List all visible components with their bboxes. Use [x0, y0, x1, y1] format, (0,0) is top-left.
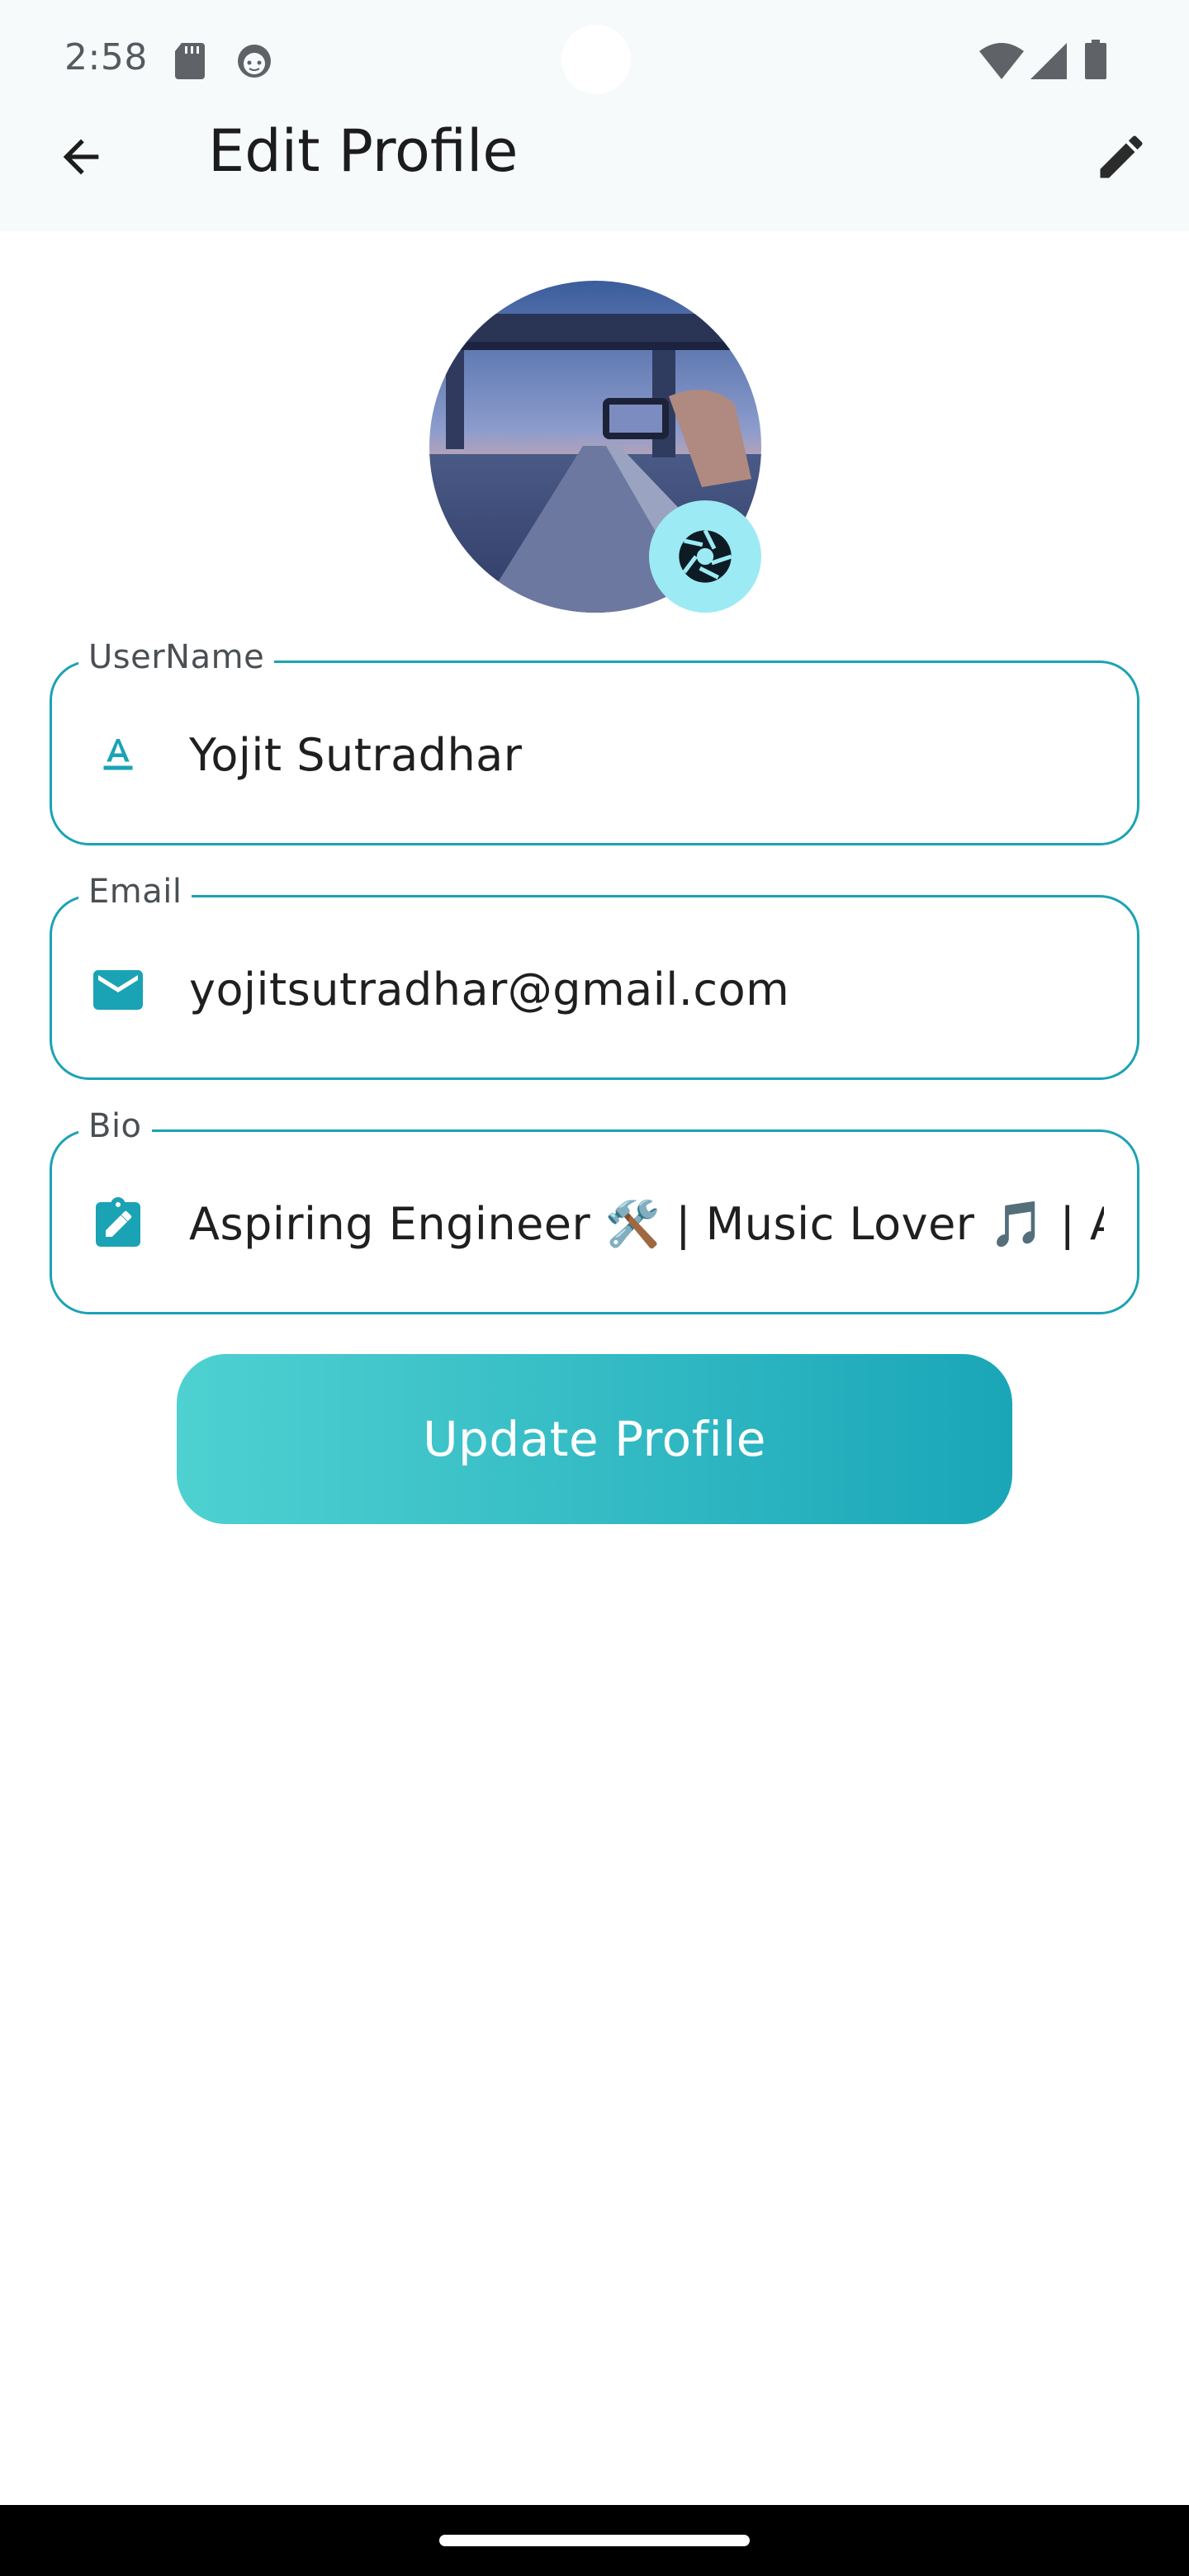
camera-shutter-icon [679, 529, 732, 583]
bio-label: Bio [78, 1107, 152, 1145]
username-input[interactable] [189, 726, 1104, 785]
username-field[interactable]: UserName [50, 638, 1139, 845]
text-format-icon [88, 726, 148, 785]
arrow-back-icon [63, 139, 99, 175]
sd-card-icon [175, 43, 205, 79]
clipboard-edit-icon [88, 1195, 148, 1254]
bio-field[interactable]: Bio [50, 1107, 1139, 1314]
bio-input[interactable] [189, 1195, 1104, 1254]
home-handle[interactable] [439, 2535, 750, 2546]
navigation-bar [0, 2505, 1189, 2576]
mail-icon [88, 960, 148, 1020]
email-field[interactable]: Email [50, 873, 1139, 1080]
email-label: Email [78, 873, 192, 911]
battery-icon [1085, 40, 1106, 79]
status-bar: 2:58 [0, 0, 1189, 116]
username-label: UserName [78, 638, 275, 676]
signal-icon [1030, 43, 1067, 79]
back-button[interactable] [46, 122, 116, 192]
wifi-icon [979, 43, 1024, 79]
face-icon [238, 45, 271, 78]
email-input[interactable] [189, 960, 1104, 1020]
status-time: 2:58 [64, 36, 148, 78]
app-bar: Edit Profile [0, 99, 1189, 231]
page-title: Edit Profile [208, 117, 519, 185]
change-photo-button[interactable] [649, 500, 761, 613]
update-profile-button[interactable]: Update Profile [177, 1354, 1012, 1524]
pencil-icon [1100, 135, 1143, 178]
edit-button[interactable] [1087, 122, 1156, 192]
camera-cutout [561, 25, 631, 94]
